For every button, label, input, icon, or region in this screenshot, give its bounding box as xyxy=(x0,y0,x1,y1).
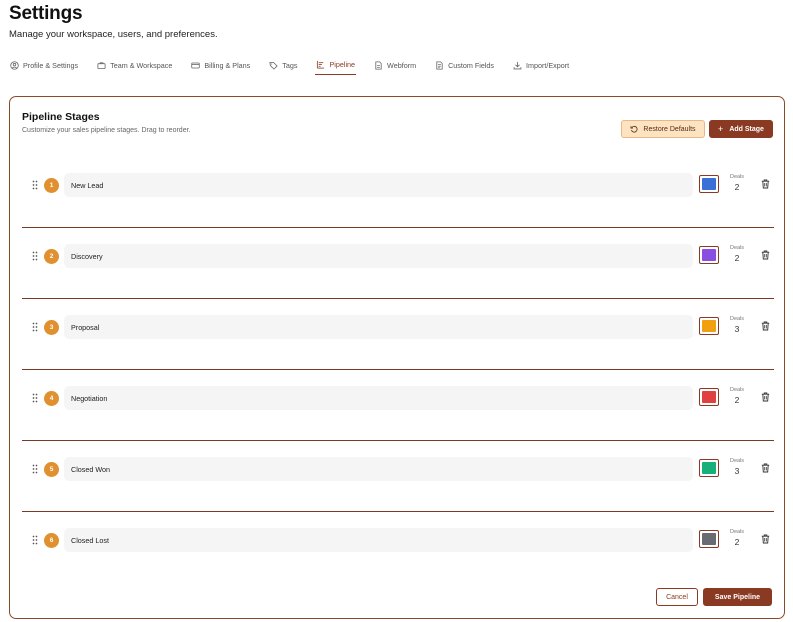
stage-color-swatch xyxy=(702,178,716,190)
drag-handle-icon[interactable] xyxy=(32,393,38,403)
stage-number-badge: 2 xyxy=(44,249,59,264)
stage-name-input[interactable] xyxy=(64,244,693,268)
tab-team-workspace[interactable]: Team & Workspace xyxy=(96,55,173,75)
drag-handle-icon[interactable] xyxy=(32,535,38,545)
deals-count: 2 xyxy=(734,537,740,547)
stage-number-badge: 6 xyxy=(44,533,59,548)
tab-label: Billing & Plans xyxy=(204,60,251,70)
stage-color-swatch xyxy=(702,391,716,403)
trash-icon[interactable] xyxy=(761,392,770,402)
stage-color-picker[interactable] xyxy=(699,459,719,477)
tab-profile-settings[interactable]: Profile & Settings xyxy=(9,55,79,75)
document-icon xyxy=(375,60,382,70)
cancel-button[interactable]: Cancel xyxy=(656,588,698,606)
trash-icon[interactable] xyxy=(761,179,770,189)
tab-custom-fields[interactable]: Custom Fields xyxy=(434,55,495,75)
credit-card-icon xyxy=(191,62,201,68)
tab-label: Pipeline xyxy=(329,60,356,69)
user-circle-icon xyxy=(10,60,19,70)
deals-label: Deals xyxy=(729,245,745,251)
stage-row: 3 Deals 3 xyxy=(22,299,774,370)
drag-handle-icon[interactable] xyxy=(32,464,38,474)
card-title: Pipeline Stages xyxy=(22,111,100,123)
drag-handle-icon[interactable] xyxy=(32,180,38,190)
trash-icon[interactable] xyxy=(761,534,770,544)
trash-icon[interactable] xyxy=(761,463,770,473)
stage-color-picker[interactable] xyxy=(699,388,719,406)
deals-count: 3 xyxy=(734,466,740,476)
tab-label: Team & Workspace xyxy=(110,60,173,70)
tab-label: Import/Export xyxy=(526,60,570,70)
tab-label: Custom Fields xyxy=(448,60,495,70)
tab-import-export[interactable]: Import/Export xyxy=(512,55,570,75)
add-stage-button[interactable]: + Add Stage xyxy=(709,120,773,138)
deals-count: 2 xyxy=(734,253,740,263)
drag-handle-icon[interactable] xyxy=(32,322,38,332)
stage-color-picker[interactable] xyxy=(699,530,719,548)
stage-number-badge: 1 xyxy=(44,178,59,193)
stage-name-input[interactable] xyxy=(64,315,693,339)
tag-icon xyxy=(269,61,278,70)
tab-webform[interactable]: Webform xyxy=(373,55,417,75)
stage-color-picker[interactable] xyxy=(699,175,719,193)
bar-chart-icon xyxy=(317,60,325,69)
settings-tabs: Profile & Settings Team & Workspace Bill… xyxy=(9,55,587,77)
drag-handle-icon[interactable] xyxy=(32,251,38,261)
pipeline-card: Pipeline Stages Customize your sales pip… xyxy=(9,96,785,619)
stage-name-input[interactable] xyxy=(64,528,693,552)
stage-color-swatch xyxy=(702,533,716,545)
rotate-ccw-icon xyxy=(630,125,638,133)
plus-icon: + xyxy=(718,123,724,134)
restore-defaults-label: Restore Defaults xyxy=(643,125,696,133)
list-document-icon xyxy=(436,60,443,70)
stage-color-swatch xyxy=(702,462,716,474)
deals-label: Deals xyxy=(729,458,745,464)
stage-row: 4 Deals 2 xyxy=(22,370,774,441)
download-icon xyxy=(513,61,522,69)
tab-pipeline[interactable]: Pipeline xyxy=(315,55,357,75)
trash-icon[interactable] xyxy=(761,250,770,260)
briefcase-icon xyxy=(97,61,106,69)
deals-count: 2 xyxy=(734,395,740,405)
tab-label: Tags xyxy=(282,60,298,70)
add-stage-label: Add Stage xyxy=(729,125,764,133)
deals-label: Deals xyxy=(729,387,745,393)
deals-count: 3 xyxy=(734,324,740,334)
stage-number-badge: 5 xyxy=(44,462,59,477)
stage-number-badge: 4 xyxy=(44,391,59,406)
stage-color-picker[interactable] xyxy=(699,246,719,264)
stage-color-swatch xyxy=(702,249,716,261)
stage-row: 2 Deals 2 xyxy=(22,228,774,299)
deals-label: Deals xyxy=(729,174,745,180)
stage-name-input[interactable] xyxy=(64,386,693,410)
stage-row: 6 Deals 2 xyxy=(22,512,774,583)
tab-label: Webform xyxy=(387,60,417,70)
stage-color-swatch xyxy=(702,320,716,332)
stage-name-input[interactable] xyxy=(64,457,693,481)
tab-billing-plans[interactable]: Billing & Plans xyxy=(190,55,251,75)
stage-row: 1 Deals 2 xyxy=(22,157,774,228)
deals-count: 2 xyxy=(734,182,740,192)
trash-icon[interactable] xyxy=(761,321,770,331)
tab-tags[interactable]: Tags xyxy=(268,55,298,75)
save-pipeline-button[interactable]: Save Pipeline xyxy=(703,588,772,606)
restore-defaults-button[interactable]: Restore Defaults xyxy=(621,120,705,138)
stage-color-picker[interactable] xyxy=(699,317,719,335)
tab-label: Profile & Settings xyxy=(23,60,79,70)
card-subtitle: Customize your sales pipeline stages. Dr… xyxy=(22,127,191,134)
page-title: Settings xyxy=(9,3,83,24)
deals-label: Deals xyxy=(729,316,745,322)
page-subtitle: Manage your workspace, users, and prefer… xyxy=(9,29,218,40)
stage-number-badge: 3 xyxy=(44,320,59,335)
stage-name-input[interactable] xyxy=(64,173,693,197)
deals-label: Deals xyxy=(729,529,745,535)
stage-row: 5 Deals 3 xyxy=(22,441,774,512)
